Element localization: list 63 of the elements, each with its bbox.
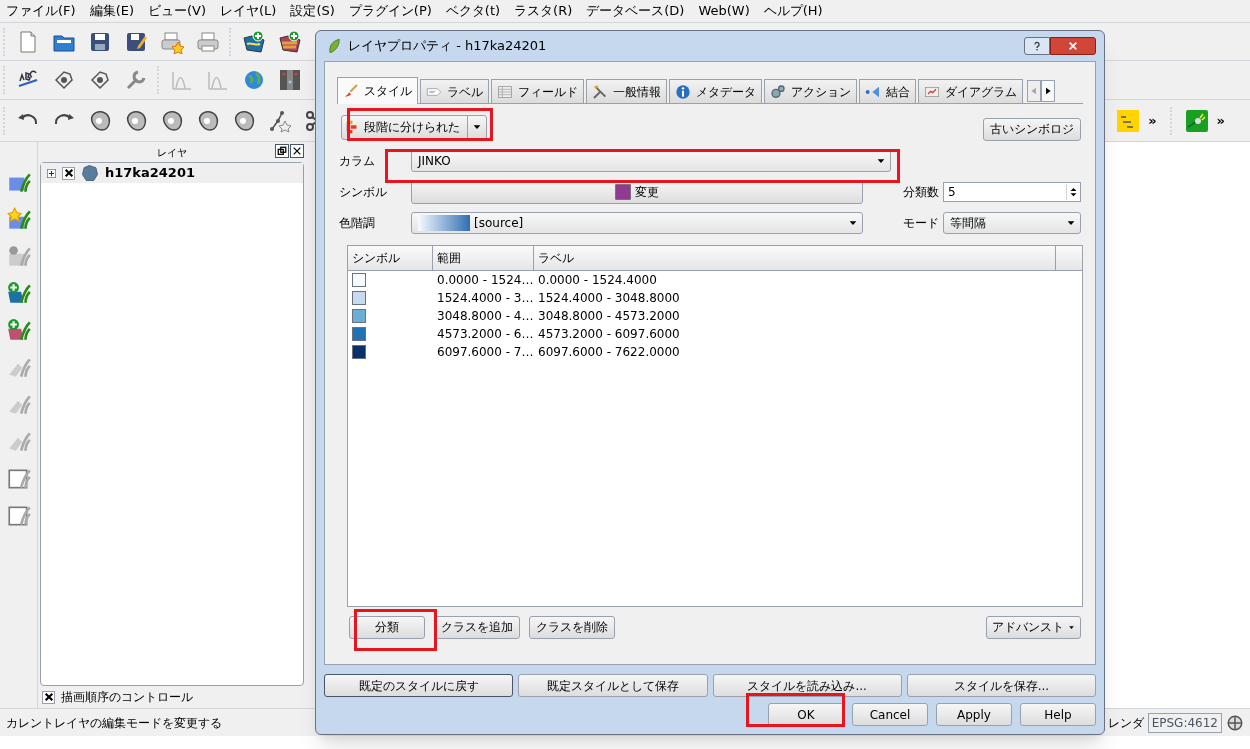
- tab[interactable]: アクション: [764, 79, 857, 103]
- tab[interactable]: 一般情報: [586, 79, 667, 103]
- advanced-button[interactable]: アドバンスト: [986, 615, 1081, 639]
- column-header[interactable]: シンボル: [348, 246, 433, 270]
- style-button[interactable]: 既定スタイルとして保存: [518, 674, 708, 697]
- table-cell-text: 0.0000 - 1524…: [436, 272, 534, 289]
- table-cell-text: 4573.2000 - 6…: [436, 326, 534, 343]
- menu-item[interactable]: ビュー(V): [148, 1, 207, 21]
- field-label: 分類数: [903, 183, 939, 201]
- table-cell-text: 1524.4000 - 3…: [436, 290, 534, 307]
- status-message: カレントレイヤの編集モードを変更する: [6, 714, 222, 732]
- menu-item[interactable]: レイヤ(L): [220, 1, 277, 21]
- mode-dropdown[interactable]: 等間隔: [943, 211, 1081, 234]
- dialog-button[interactable]: Apply: [936, 703, 1012, 726]
- menu-item[interactable]: 設定(S): [290, 1, 335, 21]
- tab[interactable]: フィールド: [491, 79, 584, 103]
- menu-item[interactable]: 編集(E): [89, 1, 134, 21]
- classify-button[interactable]: 分類: [349, 615, 425, 639]
- field-label: 色階調: [339, 214, 376, 232]
- color-ramp-dropdown[interactable]: [source]: [411, 211, 863, 234]
- dialog-button[interactable]: Help: [1020, 703, 1096, 726]
- crs-button[interactable]: EPSG:4612: [1147, 712, 1222, 733]
- window-title: レイヤプロパティ - h17ka24201: [348, 37, 547, 56]
- tab[interactable]: ダイアグラム: [918, 79, 1023, 103]
- column-header[interactable]: 範囲: [433, 246, 534, 270]
- menu-item[interactable]: ファイル(F): [6, 1, 76, 21]
- renderer-dropdown[interactable]: 段階に分けられた: [341, 114, 487, 140]
- column-header[interactable]: ラベル: [534, 246, 1056, 270]
- field-label: シンボル: [339, 183, 388, 201]
- style-button[interactable]: 既定のスタイルに戻す: [324, 674, 514, 697]
- style-button[interactable]: スタイルを保存...: [906, 674, 1096, 697]
- style-button[interactable]: スタイルを読み込み...: [712, 674, 902, 697]
- tab[interactable]: ラベル: [420, 79, 489, 103]
- tab[interactable]: 結合: [859, 79, 916, 103]
- table-cell-text: 0.0000 - 1524.4000: [537, 272, 658, 289]
- menu-item[interactable]: ラスタ(R): [514, 1, 573, 21]
- dialog-button[interactable]: Cancel: [852, 703, 928, 726]
- field-label: カラム: [339, 153, 376, 170]
- column-dropdown[interactable]: JINKO: [411, 150, 891, 172]
- classes-spinbox[interactable]: 5: [943, 181, 1081, 202]
- overflow-chevron[interactable]: »: [1148, 110, 1157, 131]
- table-cell-text: 6097.6000 - 7…: [436, 344, 534, 361]
- renderer-value: 段階に分けられた: [364, 119, 460, 136]
- table-cell-text: 4573.2000 - 6097.6000: [537, 326, 681, 343]
- menu-item[interactable]: データベース(D): [586, 1, 685, 21]
- menu-item[interactable]: プラグイン(P): [348, 1, 432, 21]
- tab[interactable]: メタデータ: [669, 79, 762, 103]
- field-label: モード: [903, 214, 939, 232]
- class-button[interactable]: クラスを削除: [529, 615, 615, 639]
- menu-item[interactable]: ヘルプ(H): [763, 1, 823, 21]
- table-cell-text: 3048.8000 - 4…: [436, 308, 534, 325]
- panel-title: レイヤ: [157, 145, 187, 160]
- menu-item[interactable]: ベクタ(t): [445, 1, 501, 21]
- table-cell-text: 3048.8000 - 4573.2000: [537, 308, 681, 325]
- overflow-chevron[interactable]: »: [1216, 110, 1225, 131]
- checkbox-label: 描画順序のコントロール: [61, 689, 193, 706]
- menu-item[interactable]: Web(W): [698, 1, 750, 21]
- tab[interactable]: スタイル: [337, 77, 418, 104]
- table-cell-text: 6097.6000 - 7622.0000: [537, 344, 681, 361]
- render-label: レンダ: [1107, 714, 1144, 732]
- old-symbology-button[interactable]: 古いシンボロジ: [983, 117, 1081, 141]
- table-cell-text: 1524.4000 - 3048.8000: [537, 290, 681, 307]
- class-button[interactable]: クラスを追加: [434, 615, 520, 639]
